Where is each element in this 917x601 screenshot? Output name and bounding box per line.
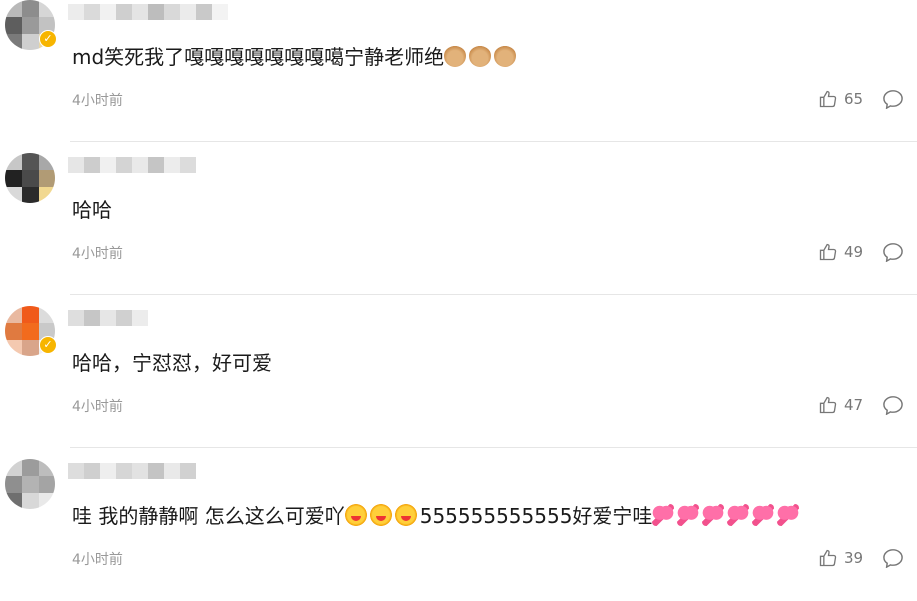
blush-kiss-emoji-icon — [369, 504, 392, 526]
like-count: 49 — [844, 243, 864, 261]
comment-time: 4小时前 — [72, 93, 123, 109]
verified-badge-icon: ✓ — [39, 336, 57, 354]
avatar[interactable] — [5, 153, 55, 203]
like-count: 65 — [844, 90, 864, 108]
thumb-up-icon — [819, 90, 837, 108]
reply-button[interactable] — [882, 548, 904, 572]
like-button[interactable]: 39 — [818, 548, 863, 568]
comment-text: 哈哈，宁怼怼，好可爱 — [72, 351, 272, 375]
comment-item: ✓ 哈哈，宁怼怼，好可爱 4小时前 47 — [0, 296, 917, 448]
divider — [70, 294, 917, 295]
blush-kiss-emoji-icon — [394, 504, 417, 526]
heart-emoji-icon — [777, 504, 800, 526]
like-count: 47 — [844, 396, 864, 414]
like-button[interactable]: 47 — [818, 395, 863, 415]
heart-emoji-icon — [677, 504, 700, 526]
heart-emoji-icon — [727, 504, 750, 526]
comment-bubble-icon — [883, 243, 903, 263]
divider — [70, 141, 917, 142]
thumb-up-icon — [819, 243, 837, 261]
comment-time: 4小时前 — [72, 399, 123, 415]
thumb-up-icon — [819, 549, 837, 567]
comment-text: 哇 我的静静啊 怎么这么可爱吖 555555555555好爱宁哇 — [72, 501, 802, 531]
username-blurred[interactable] — [68, 463, 196, 483]
username-blurred[interactable] — [68, 310, 148, 330]
comment-time: 4小时前 — [72, 552, 123, 568]
heart-emoji-icon — [652, 504, 675, 526]
reply-button[interactable] — [882, 242, 904, 266]
reply-button[interactable] — [882, 89, 904, 113]
like-button[interactable]: 65 — [818, 89, 863, 109]
heart-emoji-icon — [702, 504, 725, 526]
comment-bubble-icon — [883, 396, 903, 416]
thumbs-up-emoji-icon — [444, 45, 467, 67]
thumbs-up-emoji-icon — [469, 45, 492, 67]
verified-badge-icon: ✓ — [39, 30, 57, 48]
comment-item: 哈哈 4小时前 49 — [0, 143, 917, 295]
username-blurred[interactable] — [68, 157, 196, 177]
like-button[interactable]: 49 — [818, 242, 863, 262]
comment-bubble-icon — [883, 90, 903, 110]
blush-kiss-emoji-icon — [344, 504, 367, 526]
comment-bubble-icon — [883, 549, 903, 569]
thumbs-up-emoji-icon — [494, 45, 517, 67]
divider — [70, 447, 917, 448]
comment-item: 哇 我的静静啊 怎么这么可爱吖 555555555555好爱宁哇 4小时前 39 — [0, 449, 917, 601]
comment-time: 4小时前 — [72, 246, 123, 262]
comment-text: 哈哈 — [72, 198, 112, 222]
heart-emoji-icon — [752, 504, 775, 526]
comment-text: md笑死我了嘎嘎嘎嘎嘎嘎嘎噶宁静老师绝 — [72, 42, 519, 72]
reply-button[interactable] — [882, 395, 904, 419]
like-count: 39 — [844, 549, 864, 567]
avatar[interactable] — [5, 459, 55, 509]
thumb-up-icon — [819, 396, 837, 414]
username-blurred[interactable] — [68, 4, 228, 24]
comment-item: ✓ md笑死我了嘎嘎嘎嘎嘎嘎嘎噶宁静老师绝 4小时前 65 — [0, 0, 917, 142]
